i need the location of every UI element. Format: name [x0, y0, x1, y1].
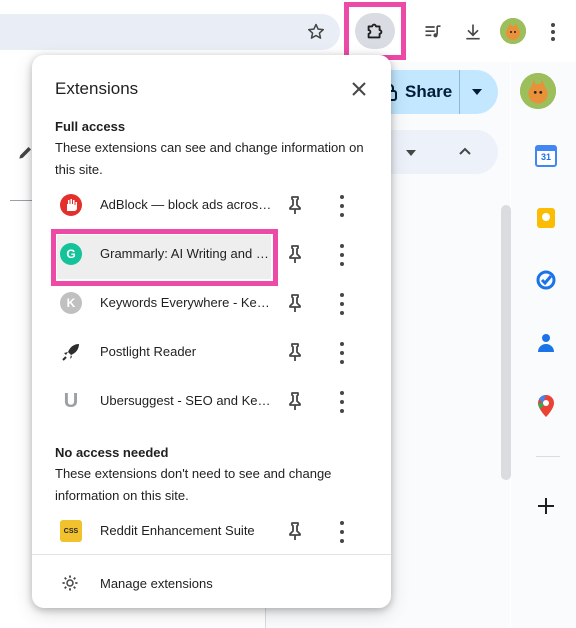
extension-name: Ubersuggest - SEO and Keyword Discovery — [100, 393, 275, 408]
extensions-puzzle-icon — [355, 13, 395, 49]
no-access-description: These extensions don't need to see and c… — [55, 466, 332, 503]
chevron-down-icon[interactable] — [406, 150, 416, 156]
no-access-heading: No access needed — [55, 445, 169, 460]
share-dropdown-icon[interactable] — [472, 89, 482, 95]
pin-icon[interactable] — [286, 195, 304, 215]
more-options-icon[interactable] — [338, 342, 346, 364]
scrollbar[interactable] — [501, 205, 511, 480]
ubersuggest-icon: U — [63, 389, 79, 412]
calendar-day-label: 31 — [540, 152, 551, 162]
extension-row-ubersuggest[interactable]: U Ubersuggest - SEO and Keyword Discover… — [52, 378, 370, 426]
extension-name: Keywords Everywhere - Keyword Tool — [100, 295, 275, 310]
extension-name: Reddit Enhancement Suite — [100, 523, 255, 538]
extension-name: AdBlock — block ads across the web — [100, 197, 275, 212]
share-divider — [459, 70, 460, 114]
chevron-up-icon[interactable] — [458, 144, 472, 158]
bookmark-star-icon[interactable] — [300, 16, 332, 48]
more-options-icon[interactable] — [338, 244, 346, 266]
media-controls-icon[interactable] — [417, 16, 449, 48]
more-options-icon[interactable] — [338, 293, 346, 315]
extension-row-grammarly[interactable]: G Grammarly: AI Writing and Grammar Chec… — [52, 231, 370, 279]
pin-icon[interactable] — [286, 521, 304, 541]
gear-icon — [62, 575, 78, 591]
full-access-heading: Full access — [55, 119, 126, 134]
more-options-icon[interactable] — [338, 391, 346, 413]
tasks-icon[interactable] — [534, 268, 558, 292]
keywords-everywhere-icon: K — [60, 292, 82, 314]
close-icon[interactable] — [347, 77, 371, 101]
pin-icon[interactable] — [286, 293, 304, 313]
maps-icon[interactable] — [534, 394, 558, 418]
manage-extensions-button[interactable]: Manage extensions — [52, 563, 370, 603]
side-panel-divider — [536, 456, 560, 457]
extension-name: Postlight Reader — [100, 344, 197, 359]
download-icon[interactable] — [457, 16, 489, 48]
more-options-icon[interactable] — [338, 521, 346, 543]
res-logo-text: CSS — [63, 527, 79, 535]
browser-toolbar — [0, 0, 576, 62]
popup-divider — [32, 554, 391, 555]
add-icon[interactable] — [534, 494, 558, 518]
profile-avatar[interactable] — [500, 18, 526, 44]
popup-title: Extensions — [55, 79, 139, 98]
reddit-enhancement-suite-icon: CSS — [60, 520, 82, 542]
full-access-description: These extensions can see and change info… — [55, 140, 364, 177]
address-bar[interactable] — [0, 14, 340, 50]
calendar-icon[interactable]: 31 — [534, 144, 558, 168]
account-avatar[interactable] — [520, 73, 556, 109]
keep-icon[interactable] — [534, 206, 558, 230]
extension-row-postlight-reader[interactable]: Postlight Reader — [52, 329, 370, 377]
pin-icon[interactable] — [286, 244, 304, 264]
extension-row-reddit-enhancement-suite[interactable]: CSS Reddit Enhancement Suite — [52, 508, 370, 556]
grammarly-icon: G — [60, 243, 82, 265]
contacts-icon[interactable] — [534, 331, 558, 355]
share-label: Share — [405, 82, 453, 101]
adblock-hand-icon — [60, 194, 82, 216]
extensions-button[interactable] — [344, 2, 406, 60]
pin-icon[interactable] — [286, 342, 304, 362]
extension-name: Grammarly: AI Writing and Grammar Checke… — [100, 246, 275, 261]
extension-row-adblock[interactable]: AdBlock — block ads across the web — [52, 182, 370, 230]
chrome-menu-icon[interactable] — [537, 16, 569, 48]
rocket-icon — [60, 341, 82, 363]
pin-icon[interactable] — [286, 391, 304, 411]
manage-extensions-label: Manage extensions — [100, 576, 213, 591]
more-options-icon[interactable] — [338, 195, 346, 217]
extension-row-keywords-everywhere[interactable]: K Keywords Everywhere - Keyword Tool — [52, 280, 370, 328]
extensions-popup: Extensions Full access These extensions … — [32, 55, 391, 608]
